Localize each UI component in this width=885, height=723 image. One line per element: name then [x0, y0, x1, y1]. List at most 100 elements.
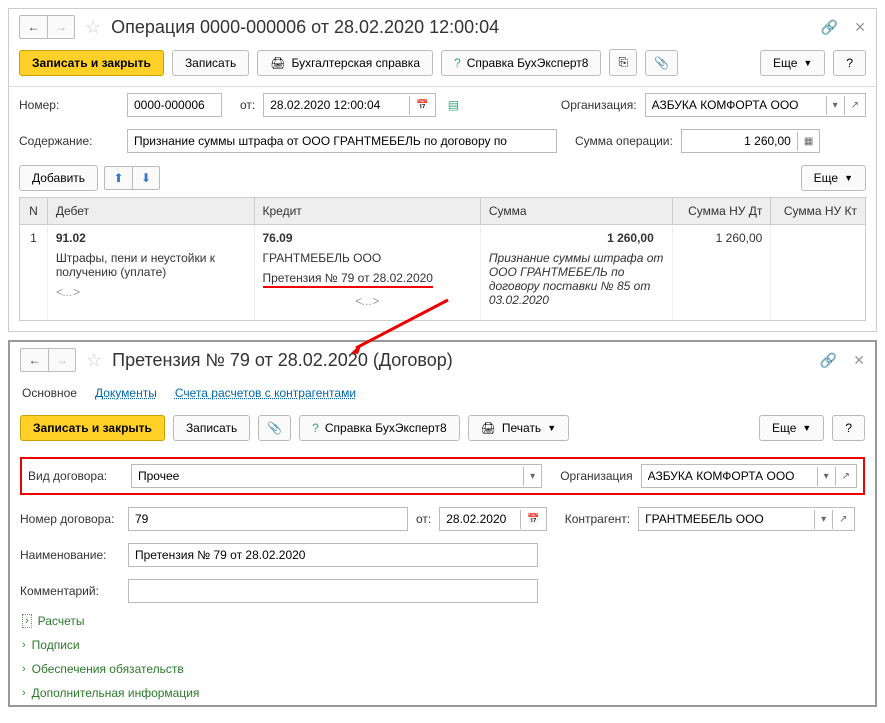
forward-button[interactable]: →: [47, 15, 75, 39]
chevron-down-icon: ▼: [547, 423, 556, 433]
forward-button-2[interactable]: →: [48, 348, 76, 372]
question-icon-2: ?: [312, 421, 319, 435]
col-credit-header: Кредит: [255, 198, 481, 224]
back-button-2[interactable]: ←: [20, 348, 48, 372]
more-button-2[interactable]: Еще ▼: [759, 415, 824, 441]
help-ref-button[interactable]: ?Справка БухЭксперт8: [441, 50, 601, 76]
help-ref-label: Справка БухЭксперт8: [467, 56, 589, 70]
org-input[interactable]: [646, 94, 826, 116]
save-close-button[interactable]: Записать и закрыть: [19, 50, 164, 76]
expand-sign-label: Подписи: [32, 638, 80, 652]
favorite-star-icon-2[interactable]: ☆: [86, 350, 102, 371]
row-n: 1: [20, 225, 48, 320]
col-nudt-header: Сумма НУ Дт: [673, 198, 772, 224]
calc-icon[interactable]: ▦: [797, 132, 819, 151]
contract-type-label: Вид договора:: [28, 469, 123, 483]
calendar-icon[interactable]: 📅: [409, 96, 434, 115]
sum-op-label: Сумма операции:: [575, 134, 673, 148]
chevron-down-icon: ▼: [844, 173, 853, 183]
add-row-button[interactable]: Добавить: [19, 165, 98, 191]
stamp-icon[interactable]: ▤: [448, 98, 459, 112]
counterparty-open[interactable]: ↗: [832, 510, 853, 529]
contract-type-input[interactable]: [132, 465, 523, 487]
number-input[interactable]: [127, 93, 222, 117]
name-input[interactable]: [128, 543, 538, 567]
counterparty-label: Контрагент:: [565, 512, 630, 526]
attachment-button[interactable]: 📎: [645, 50, 678, 76]
chevron-right-icon: ›: [22, 663, 26, 675]
calendar-icon-2[interactable]: 📅: [520, 510, 545, 529]
print-label: Печать: [502, 421, 541, 435]
expand-secure-label: Обеспечения обязательств: [32, 662, 184, 676]
contract-type-highlight: Вид договора: ▾ Организация ▾ ↗: [20, 457, 865, 495]
contract-num-label: Номер договора:: [20, 512, 120, 526]
content-label: Содержание:: [19, 134, 119, 148]
org-dropdown-icon[interactable]: ▾: [826, 96, 844, 115]
help-button-2[interactable]: ?: [832, 415, 865, 441]
save-button-2[interactable]: Записать: [173, 415, 250, 441]
chevron-down-icon: ▼: [802, 423, 811, 433]
tab-main[interactable]: Основное: [22, 386, 77, 403]
tree-view-button[interactable]: ⎘: [609, 49, 637, 76]
print-button[interactable]: 🖨Печать ▼: [468, 415, 569, 441]
move-down-button[interactable]: ⬇: [132, 166, 160, 190]
contract-date-input[interactable]: [440, 508, 520, 530]
tab-accounts[interactable]: Счета расчетов с контрагентами: [175, 386, 356, 403]
accounting-ref-label: Бухгалтерская справка: [291, 56, 420, 70]
table-more-button[interactable]: Еще ▼: [801, 165, 866, 191]
contract-num-input[interactable]: [128, 507, 408, 531]
close-icon[interactable]: ✕: [854, 19, 866, 36]
close-icon-2[interactable]: ✕: [853, 352, 865, 369]
link-icon[interactable]: 🔗: [821, 19, 838, 36]
contract-type-dropdown[interactable]: ▾: [523, 467, 541, 486]
debit-account: 91.02: [56, 231, 246, 245]
counterparty-dropdown[interactable]: ▾: [814, 510, 832, 529]
org-input-2[interactable]: [642, 465, 817, 487]
expand-calculations[interactable]: ›Расчеты: [10, 609, 875, 633]
credit-name: ГРАНТМЕБЕЛЬ ООО: [263, 251, 472, 265]
help-ref-button-2[interactable]: ? Справка БухЭксперт8: [299, 415, 459, 441]
chevron-right-icon: ›: [22, 639, 26, 651]
org-dropdown-2[interactable]: ▾: [817, 467, 835, 486]
save-close-button-2[interactable]: Записать и закрыть: [20, 415, 165, 441]
red-arrow-connector: [348, 298, 468, 358]
back-button[interactable]: ←: [19, 15, 47, 39]
expand-signatures[interactable]: › Подписи: [10, 633, 875, 657]
col-n-header: N: [20, 198, 48, 224]
tab-documents[interactable]: Документы: [95, 386, 157, 403]
attachment-button-2[interactable]: 📎: [258, 415, 291, 441]
move-up-button[interactable]: ⬆: [104, 166, 132, 190]
org-label-2: Организация: [560, 469, 632, 483]
content-input[interactable]: [127, 129, 557, 153]
name-label: Наименование:: [20, 548, 120, 562]
chevron-down-icon: ▼: [803, 58, 812, 68]
favorite-star-icon[interactable]: ☆: [85, 17, 101, 38]
comment-label: Комментарий:: [20, 584, 120, 598]
help-button[interactable]: ?: [833, 50, 866, 76]
table-more-label: Еще: [814, 171, 838, 185]
date-input[interactable]: [264, 94, 409, 116]
sum-op-input[interactable]: [682, 130, 797, 152]
col-sum-header: Сумма: [481, 198, 673, 224]
from-label-2: от:: [416, 512, 431, 526]
expand-extra-label: Дополнительная информация: [32, 686, 200, 700]
counterparty-input[interactable]: [639, 508, 814, 530]
comment-input[interactable]: [128, 579, 538, 603]
help-ref-label-2: Справка БухЭксперт8: [325, 421, 447, 435]
save-button[interactable]: Записать: [172, 50, 249, 76]
more-button[interactable]: Еще ▼: [760, 50, 825, 76]
debit-placeholder: <...>: [56, 285, 246, 299]
printer-icon: 🖨: [270, 56, 285, 70]
link-icon-2[interactable]: 🔗: [820, 352, 837, 369]
org-open-2[interactable]: ↗: [835, 467, 856, 486]
col-debit-header: Дебет: [48, 198, 255, 224]
credit-claim-link[interactable]: Претензия № 79 от 28.02.2020: [263, 271, 433, 288]
sum-desc: Признание суммы штрафа от ООО ГРАНТМЕБЕЛ…: [489, 251, 664, 307]
accounting-ref-button[interactable]: 🖨 Бухгалтерская справка: [257, 50, 433, 76]
nudt-value: 1 260,00: [673, 225, 772, 320]
org-open-icon[interactable]: ↗: [844, 96, 865, 115]
col-nukt-header: Сумма НУ Кт: [771, 198, 865, 224]
expand-extra[interactable]: ›Дополнительная информация: [10, 681, 875, 705]
window-title: Операция 0000-000006 от 28.02.2020 12:00…: [111, 17, 815, 38]
expand-securities[interactable]: › Обеспечения обязательств: [10, 657, 875, 681]
